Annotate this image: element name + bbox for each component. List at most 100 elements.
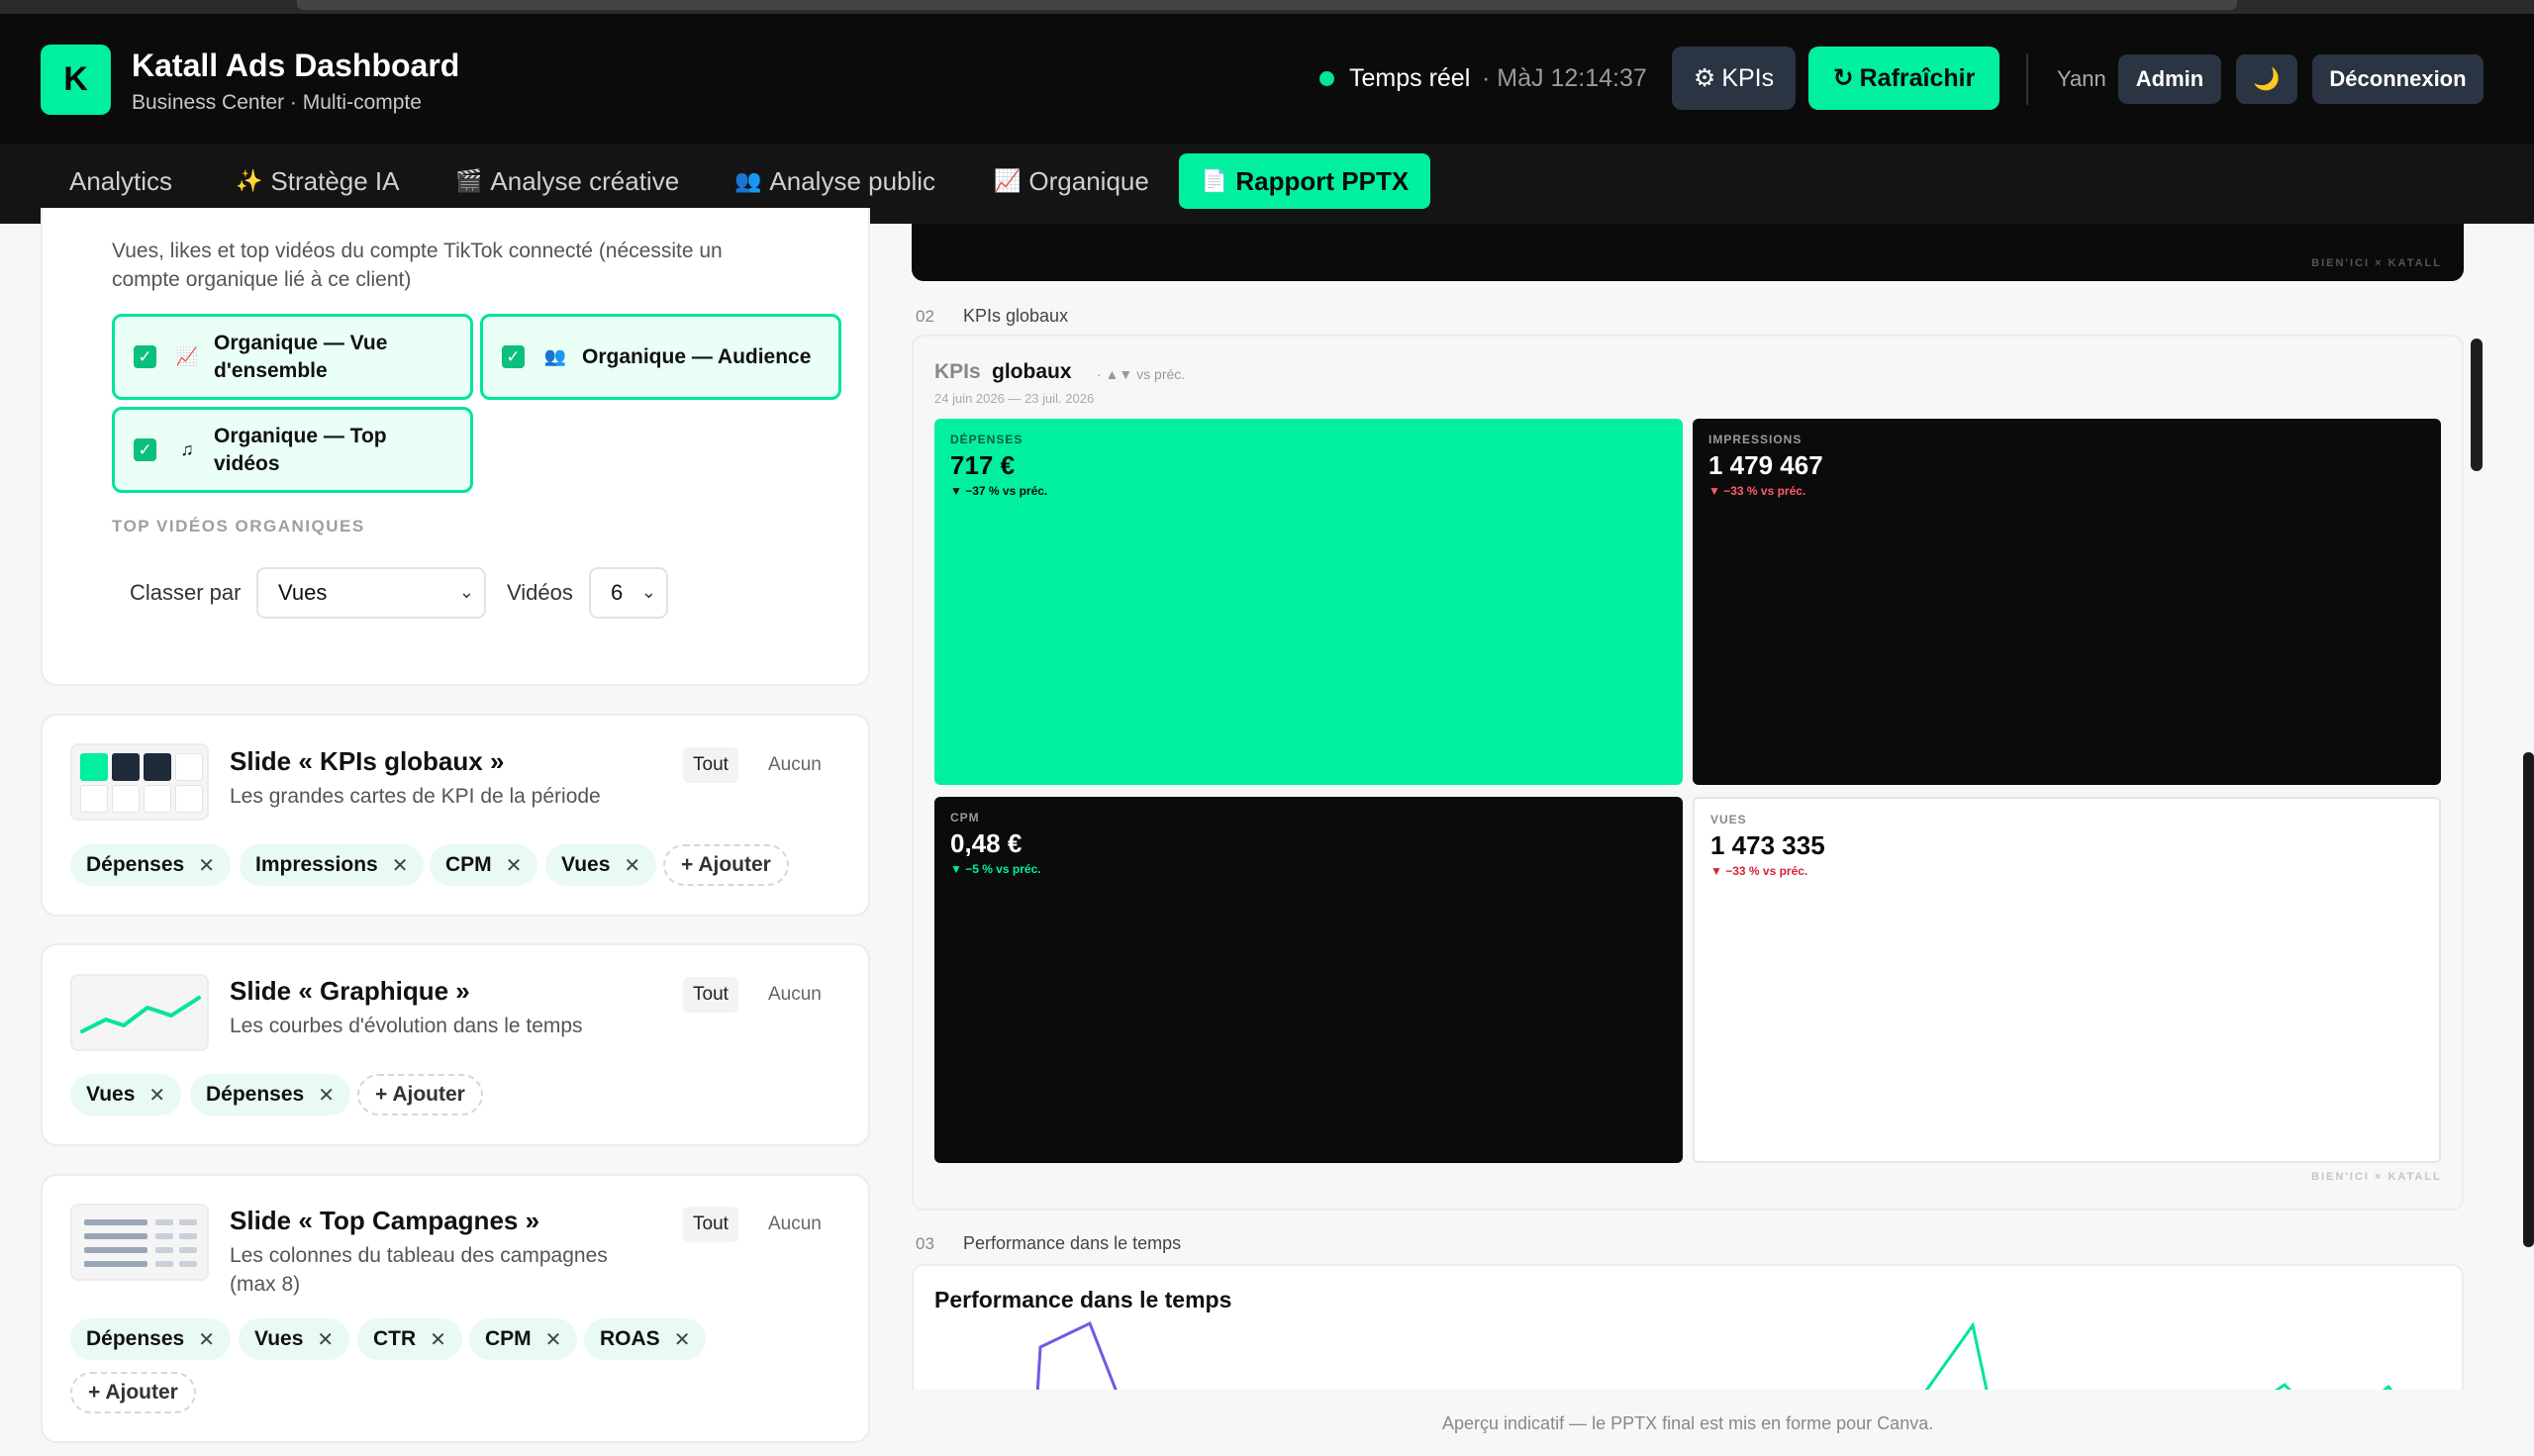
- tab-analyse-public[interactable]: 👥 Analyse public: [713, 153, 957, 209]
- select-none-button[interactable]: Aucun: [758, 1207, 831, 1242]
- dark-mode-toggle-moon-icon[interactable]: 🌙: [2236, 54, 2297, 104]
- kpi-slide-heading-light: KPIs: [934, 360, 981, 383]
- tab-label: Stratège IA: [270, 165, 400, 196]
- select-all-button[interactable]: Tout: [683, 977, 738, 1013]
- select-all-button[interactable]: Tout: [683, 747, 738, 783]
- preview-footer-note: Aperçu indicatif — le PPTX final est mis…: [1442, 1413, 1934, 1433]
- checkbox-checked-icon[interactable]: ✓: [502, 345, 525, 368]
- kpis-button[interactable]: ⚙ KPIs: [1672, 47, 1796, 110]
- select-none-button[interactable]: Aucun: [758, 977, 831, 1013]
- remove-x-icon[interactable]: ✕: [674, 1327, 691, 1352]
- select-all-button[interactable]: Tout: [683, 1207, 738, 1242]
- chip-depenses[interactable]: Dépenses ✕: [190, 1074, 350, 1116]
- chip-vues[interactable]: Vues ✕: [239, 1318, 350, 1360]
- chip-roas[interactable]: ROAS ✕: [584, 1318, 707, 1360]
- add-kpi-button[interactable]: + Ajouter: [663, 844, 789, 886]
- select-none-button[interactable]: Aucun: [758, 747, 831, 783]
- chip-label: CPM: [445, 853, 492, 876]
- slide-watermark: BIEN'ICI × KATALL: [2311, 257, 2442, 269]
- remove-x-icon[interactable]: ✕: [624, 853, 640, 878]
- music-note-icon: ♫: [180, 439, 194, 459]
- add-series-button[interactable]: + Ajouter: [357, 1074, 483, 1116]
- kpi-label: IMPRESSIONS: [1708, 433, 1803, 446]
- kpi-value: 1 479 467: [1708, 450, 1823, 480]
- organic-description: Vues, likes et top vidéos du compte TikT…: [112, 240, 723, 291]
- kpi-label: DÉPENSES: [950, 433, 1023, 446]
- logout-button[interactable]: Déconnexion: [2312, 54, 2484, 104]
- chip-label: CPM: [485, 1327, 532, 1350]
- kpi-value: 0,48 €: [950, 828, 1023, 858]
- tab-analytics[interactable]: Analytics: [48, 153, 194, 209]
- option-organic-audience[interactable]: ✓ 👥 Organique — Audience: [480, 314, 841, 400]
- refresh-button[interactable]: ↻ Rafraîchir: [1808, 47, 1999, 110]
- last-update-time: · MàJ 12:14:37: [1482, 64, 1647, 92]
- chip-depenses[interactable]: Dépenses ✕: [70, 1318, 231, 1360]
- option-organic-top-videos[interactable]: ✓ ♫ Organique — Top vidéos: [112, 407, 473, 493]
- top-videos-caption: TOP VIDÉOS ORGANIQUES: [112, 517, 365, 535]
- page-scrollbar[interactable]: [2523, 752, 2534, 1247]
- slide-top-title: Slide « Top Campagnes »: [230, 1206, 540, 1235]
- chip-cpm[interactable]: CPM ✕: [430, 844, 538, 886]
- chip-impressions[interactable]: Impressions ✕: [240, 844, 425, 886]
- remove-x-icon[interactable]: ✕: [430, 1327, 446, 1352]
- remove-x-icon[interactable]: ✕: [392, 853, 409, 878]
- remove-x-icon[interactable]: ✕: [545, 1327, 562, 1352]
- admin-button[interactable]: Admin: [2118, 54, 2221, 104]
- tab-label: Organique: [1028, 165, 1149, 196]
- remove-x-icon[interactable]: ✕: [318, 1083, 335, 1108]
- chip-ctr[interactable]: CTR ✕: [357, 1318, 462, 1360]
- slide-kpis-desc: Les grandes cartes de KPI de la période: [230, 785, 601, 808]
- videos-count-value: 6: [611, 580, 624, 605]
- chip-label: Vues: [86, 1083, 136, 1106]
- chart-up-icon: 📈: [994, 168, 1022, 193]
- option-label: Organique — Top vidéos: [214, 424, 387, 475]
- tab-rapport-pptx[interactable]: 📄 Rapport PPTX: [1179, 153, 1431, 209]
- remove-x-icon[interactable]: ✕: [317, 1327, 334, 1352]
- checkbox-checked-icon[interactable]: ✓: [134, 438, 156, 461]
- graph-slide-thumbnail: [70, 974, 209, 1051]
- people-icon: 👥: [734, 168, 762, 193]
- user-name: Yann: [2057, 66, 2106, 91]
- app-title: Katall Ads Dashboard: [132, 48, 460, 83]
- videos-count-select[interactable]: 6 ⌄: [589, 567, 668, 619]
- option-label: Organique — Audience: [582, 344, 812, 368]
- kpi-delta: ▼ −33 % vs préc.: [1708, 484, 1806, 498]
- chip-label: Impressions: [255, 853, 378, 876]
- sort-label: Classer par: [130, 580, 242, 605]
- performance-title: Performance dans le temps: [934, 1287, 1232, 1312]
- chip-vues[interactable]: Vues ✕: [70, 1074, 182, 1116]
- add-column-button[interactable]: + Ajouter: [70, 1372, 196, 1413]
- sort-select[interactable]: Vues ⌄: [256, 567, 486, 619]
- remove-x-icon[interactable]: ✕: [506, 853, 523, 878]
- remove-x-icon[interactable]: ✕: [148, 1083, 165, 1108]
- chip-label: Dépenses: [86, 853, 185, 876]
- chip-vues[interactable]: Vues ✕: [545, 844, 657, 886]
- tab-organique[interactable]: 📈 Organique: [972, 153, 1171, 209]
- tab-analyse-creative[interactable]: 🎬 Analyse créative: [434, 153, 701, 209]
- gear-icon: ⚙: [1693, 64, 1716, 92]
- table-slide-thumbnail: [70, 1204, 209, 1281]
- header-divider: [2026, 53, 2028, 105]
- chevron-down-icon: ⌄: [640, 582, 656, 602]
- sort-select-value: Vues: [278, 580, 328, 605]
- kpi-value: 1 473 335: [1710, 830, 1825, 860]
- chip-cpm[interactable]: CPM ✕: [469, 1318, 578, 1360]
- refresh-button-label: Rafraîchir: [1859, 63, 1976, 92]
- tab-stratege-ia[interactable]: ✨ Stratège IA: [214, 153, 421, 209]
- kpi-label: VUES: [1710, 813, 1747, 826]
- remove-x-icon[interactable]: ✕: [198, 853, 215, 878]
- chip-depenses[interactable]: Dépenses ✕: [70, 844, 231, 886]
- kpi-tile-cpm: CPM 0,48 € ▼ −5 % vs préc.: [934, 797, 1683, 1163]
- kpi-tile-impressions: IMPRESSIONS 1 479 467 ▼ −33 % vs préc.: [1693, 419, 2441, 785]
- chip-label: Dépenses: [206, 1083, 305, 1106]
- remove-x-icon[interactable]: ✕: [198, 1327, 215, 1352]
- kpis-slide-thumbnail: [70, 743, 209, 821]
- people-icon: 👥: [543, 346, 567, 366]
- kpi-slide-heading-note: · ▲▼ vs préc.: [1097, 366, 1186, 382]
- checkbox-checked-icon[interactable]: ✓: [134, 345, 156, 368]
- preview-scrollbar[interactable]: [2471, 339, 2483, 471]
- chip-label: Vues: [254, 1327, 304, 1350]
- document-icon: 📄: [1201, 168, 1228, 193]
- option-organic-overview[interactable]: ✓ 📈 Organique — Vue d'ensemble: [112, 314, 473, 400]
- option-label: Organique — Vue d'ensemble: [214, 331, 388, 382]
